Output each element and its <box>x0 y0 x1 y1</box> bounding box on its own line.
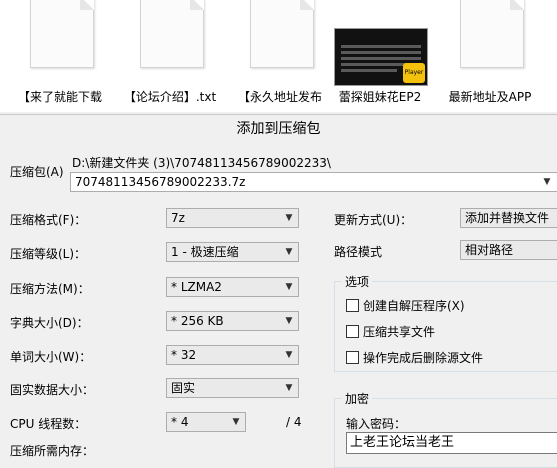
solid-select[interactable]: 固实 ▼ <box>166 378 299 398</box>
threads-max: / 4 <box>286 415 302 429</box>
file-item[interactable]: 【论坛介绍】.txt <box>120 0 220 112</box>
sfx-checkbox[interactable]: 创建自解压程序(X) <box>346 297 465 314</box>
pathmode-label: 路径模式 <box>334 245 383 259</box>
shared-files-label: 压缩共享文件 <box>363 325 436 339</box>
threads-label: CPU 线程数： <box>10 417 87 431</box>
chevron-down-icon[interactable]: ▼ <box>541 173 553 191</box>
method-select[interactable]: * LZMA2 ▼ <box>166 277 299 297</box>
format-value: 7z <box>171 211 185 225</box>
options-legend: 选项 <box>342 273 373 290</box>
add-to-archive-dialog: 添加到压缩包 压缩包(A) D:\新建文件夹 (3)\7074811345678… <box>0 114 557 468</box>
text-file-icon <box>140 0 204 68</box>
pathmode-select[interactable]: 相对路径 <box>460 240 557 260</box>
encryption-legend: 加密 <box>342 390 373 407</box>
method-label: 压缩方法(M)： <box>10 282 90 296</box>
chevron-down-icon: ▼ <box>285 213 293 223</box>
file-name: 【永久地址发布 <box>237 90 322 104</box>
checkbox-icon[interactable] <box>346 325 359 338</box>
word-select[interactable]: * 32 ▼ <box>166 345 299 365</box>
checkbox-icon[interactable] <box>346 299 359 312</box>
archive-name-value: 70748113456789002233.7z <box>75 175 246 189</box>
word-label: 单词大小(W)： <box>10 350 92 364</box>
chevron-down-icon: ▼ <box>285 383 293 393</box>
dict-label: 字典大小(D)： <box>10 316 89 330</box>
format-label: 压缩格式(F)： <box>10 213 87 227</box>
level-value: 1 - 极速压缩 <box>171 245 239 259</box>
file-item[interactable]: Player 蕾探姐妹花EP2 <box>330 0 430 112</box>
pathmode-value: 相对路径 <box>465 243 514 257</box>
password-prompt: 输入密码： <box>346 417 407 431</box>
threads-select[interactable]: * 4 ▼ <box>166 412 246 432</box>
file-name: 【论坛介绍】.txt <box>123 90 217 104</box>
delete-source-checkbox[interactable]: 操作完成后删除源文件 <box>346 349 483 366</box>
dict-value: * 256 KB <box>171 314 224 328</box>
file-item[interactable]: 【永久地址发布 <box>230 0 330 112</box>
chevron-down-icon: ▼ <box>285 316 293 326</box>
file-name: 蕾探姐妹花EP2 <box>338 90 422 104</box>
archive-name-combo[interactable]: 70748113456789002233.7z ▼ <box>70 172 557 192</box>
threads-value: * 4 <box>171 415 189 429</box>
chevron-down-icon: ▼ <box>285 282 293 292</box>
word-value: * 32 <box>171 348 197 362</box>
update-select[interactable]: 添加并替换文件 <box>460 208 557 228</box>
level-label: 压缩等级(L)： <box>10 247 87 261</box>
update-value: 添加并替换文件 <box>465 211 550 225</box>
archive-label: 压缩包(A) <box>10 165 64 179</box>
text-file-icon <box>30 0 94 68</box>
text-file-icon <box>460 0 524 68</box>
format-select[interactable]: 7z ▼ <box>166 208 299 228</box>
chevron-down-icon: ▼ <box>232 417 240 427</box>
checkbox-icon[interactable] <box>346 351 359 364</box>
update-label: 更新方式(U)： <box>334 213 413 227</box>
solid-label: 固实数据大小： <box>10 383 95 397</box>
file-item[interactable]: 【来了就能下载 <box>10 0 110 112</box>
file-explorer: 【来了就能下载 【论坛介绍】.txt 【永久地址发布 Player 蕾探姐妹花E… <box>0 0 557 112</box>
dialog-title: 添加到压缩包 <box>236 121 321 137</box>
solid-value: 固实 <box>171 381 196 395</box>
dict-select[interactable]: * 256 KB ▼ <box>166 311 299 331</box>
archive-path: D:\新建文件夹 (3)\70748113456789002233\ <box>72 156 331 170</box>
video-thumbnail: Player <box>334 28 428 86</box>
level-select[interactable]: 1 - 极速压缩 ▼ <box>166 242 299 262</box>
file-name: 【来了就能下载 <box>17 90 102 104</box>
chevron-down-icon: ▼ <box>285 247 293 257</box>
player-badge: Player <box>403 63 425 83</box>
method-value: * LZMA2 <box>171 280 222 294</box>
sfx-label: 创建自解压程序(X) <box>363 299 465 313</box>
file-name: 最新地址及APP <box>448 90 532 104</box>
text-file-icon <box>250 0 314 68</box>
delete-source-label: 操作完成后删除源文件 <box>363 351 484 365</box>
shared-files-checkbox[interactable]: 压缩共享文件 <box>346 323 435 340</box>
file-item[interactable]: 最新地址及APP <box>440 0 540 112</box>
chevron-down-icon: ▼ <box>285 350 293 360</box>
